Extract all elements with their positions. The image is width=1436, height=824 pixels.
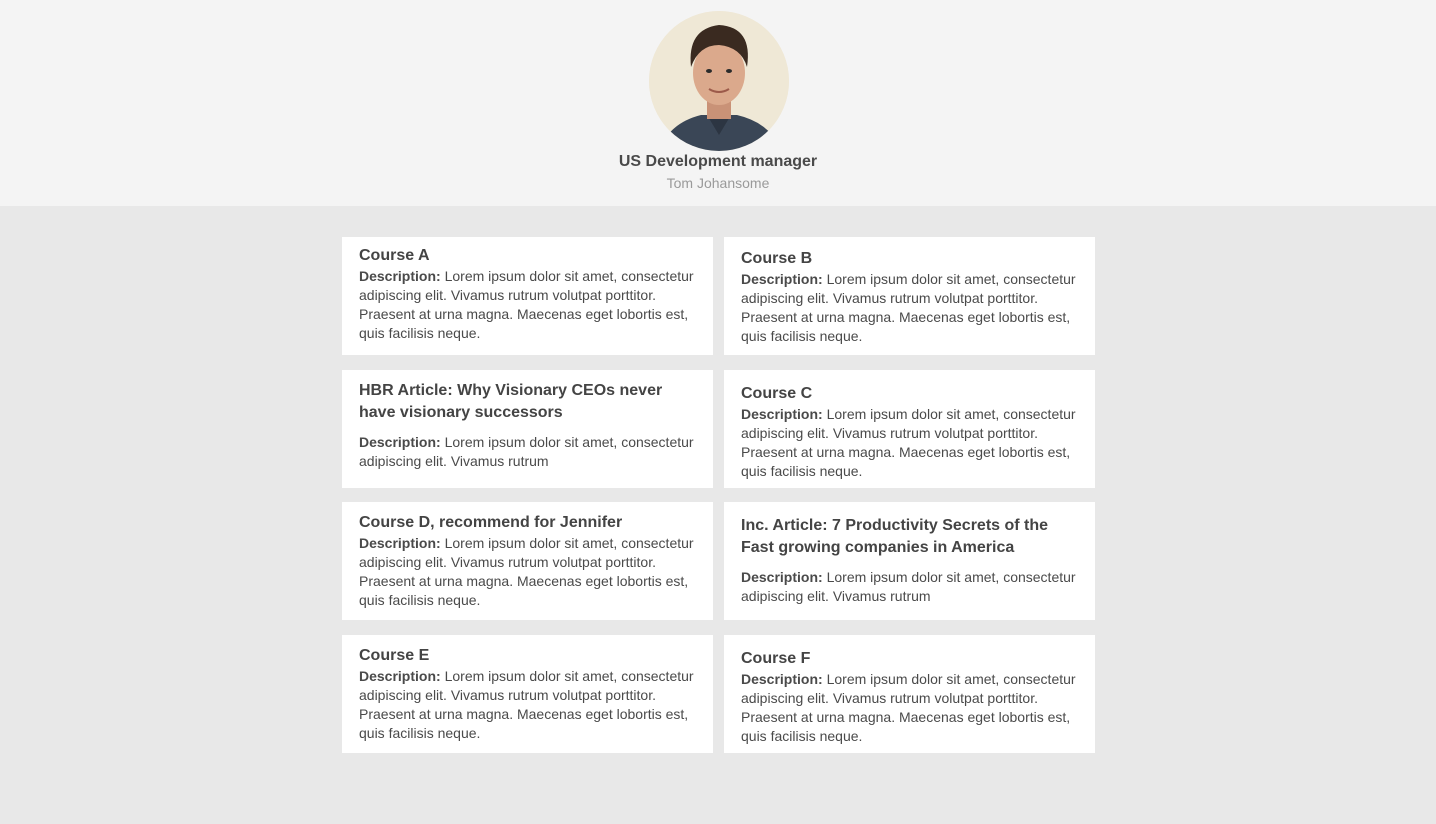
card-description: Description: Lorem ipsum dolor sit amet,… <box>741 670 1078 746</box>
avatar-portrait <box>649 11 789 151</box>
description-label: Description: <box>359 668 441 684</box>
avatar[interactable] <box>649 11 789 151</box>
card-description: Description: Lorem ipsum dolor sit amet,… <box>359 534 696 610</box>
card-description: Description: Lorem ipsum dolor sit amet,… <box>359 433 696 471</box>
card-description: Description: Lorem ipsum dolor sit amet,… <box>741 405 1078 481</box>
card-title: HBR Article: Why Visionary CEOs never ha… <box>359 382 663 421</box>
card-title: Course A <box>359 247 430 264</box>
description-label: Description: <box>359 268 441 284</box>
card-title: Course D, recommend for Jennifer <box>359 514 623 531</box>
card-title: Course B <box>741 250 813 267</box>
profile-header: US Development manager Tom Johansome <box>0 0 1436 206</box>
description-label: Description: <box>359 535 441 551</box>
profile-name: Tom Johansome <box>666 175 770 191</box>
card-inc-article[interactable]: Inc. Article: 7 Productivity Secrets of … <box>724 502 1095 620</box>
card-course-a[interactable]: Course A Description: Lorem ipsum dolor … <box>342 237 713 355</box>
card-description: Description: Lorem ipsum dolor sit amet,… <box>359 667 696 743</box>
card-title: Course C <box>741 385 813 402</box>
card-course-f[interactable]: Course F Description: Lorem ipsum dolor … <box>724 635 1095 753</box>
card-course-d[interactable]: Course D, recommend for Jennifer Descrip… <box>342 502 713 620</box>
description-label: Description: <box>741 406 823 422</box>
description-label: Description: <box>359 434 441 450</box>
card-course-b[interactable]: Course B Description: Lorem ipsum dolor … <box>724 237 1095 355</box>
profile-role: US Development manager <box>618 153 818 170</box>
card-hbr-article[interactable]: HBR Article: Why Visionary CEOs never ha… <box>342 370 713 488</box>
card-title: Course E <box>359 647 430 664</box>
description-label: Description: <box>741 271 823 287</box>
description-label: Description: <box>741 569 823 585</box>
card-title: Course F <box>741 650 811 667</box>
card-description: Description: Lorem ipsum dolor sit amet,… <box>359 267 696 343</box>
card-course-e[interactable]: Course E Description: Lorem ipsum dolor … <box>342 635 713 753</box>
card-description: Description: Lorem ipsum dolor sit amet,… <box>741 270 1078 346</box>
card-description: Description: Lorem ipsum dolor sit amet,… <box>741 568 1078 606</box>
card-course-c[interactable]: Course C Description: Lorem ipsum dolor … <box>724 370 1095 488</box>
card-title: Inc. Article: 7 Productivity Secrets of … <box>741 517 1049 556</box>
description-label: Description: <box>741 671 823 687</box>
